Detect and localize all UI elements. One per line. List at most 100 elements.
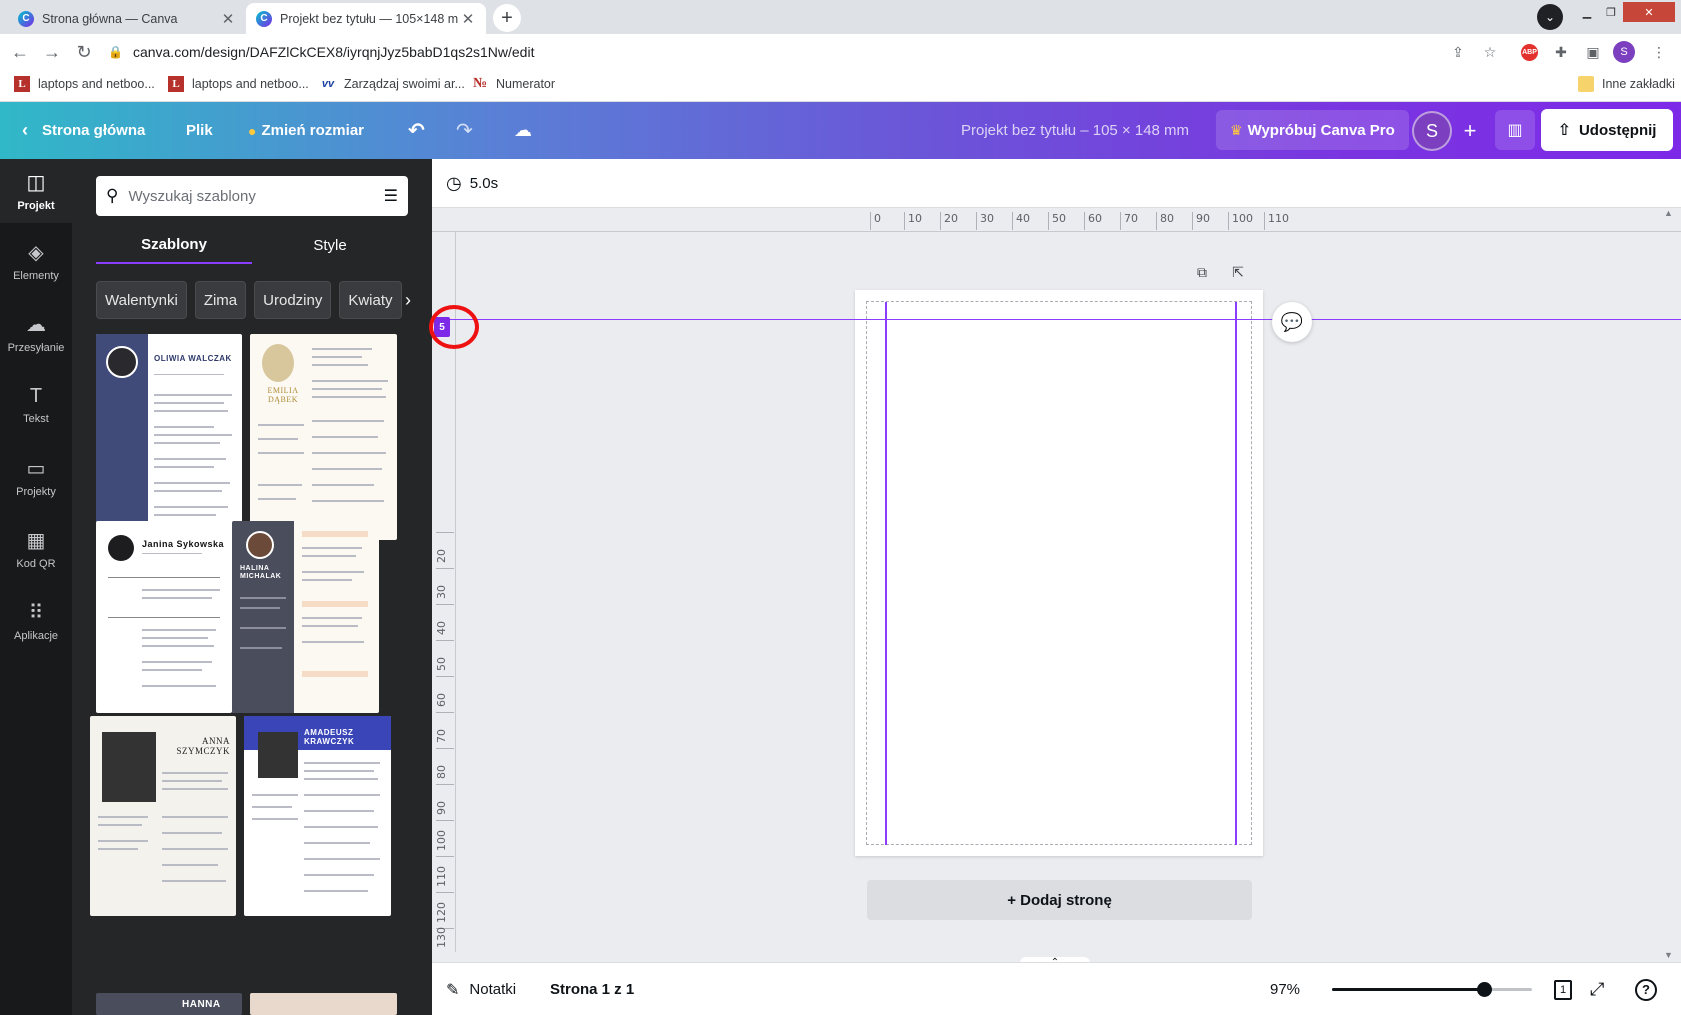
rail-item-aplikacje[interactable]: ⠿ Aplikacje xyxy=(0,589,72,653)
fullscreen-icon[interactable]: ⤢ xyxy=(1590,963,1604,1015)
template-card[interactable]: HALINA MICHALAK xyxy=(232,521,379,713)
add-page-button[interactable]: + Dodaj stronę xyxy=(867,880,1252,920)
bookmark-label: laptops and netboo... xyxy=(192,77,309,91)
close-tab-icon[interactable]: ✕ xyxy=(220,10,236,28)
resize-button[interactable]: ● Zmień rozmiar xyxy=(248,102,364,159)
window-minimize-button[interactable]: ▁ xyxy=(1575,2,1599,22)
chip-urodziny[interactable]: Urodziny xyxy=(254,281,332,319)
cloud-saved-icon[interactable]: ☁ xyxy=(514,102,532,159)
page-duration[interactable]: 5.0s xyxy=(470,175,498,192)
add-page-icon[interactable]: ⇱ xyxy=(1228,262,1248,282)
browser-tab-home[interactable]: C Strona główna — Canva ✕ xyxy=(8,3,246,34)
other-bookmarks-folder[interactable]: Inne zakładki xyxy=(1578,76,1675,92)
tab-title: Strona główna — Canva xyxy=(42,11,178,26)
add-comment-icon[interactable]: 💬 xyxy=(1272,302,1312,342)
zoom-slider-knob[interactable] xyxy=(1477,982,1492,997)
home-button[interactable]: ‹ Strona główna xyxy=(22,102,145,159)
help-button[interactable]: ? xyxy=(1635,963,1657,1015)
adblock-plus-icon[interactable]: ABP xyxy=(1521,44,1538,61)
undo-icon[interactable]: ↶ xyxy=(408,102,425,159)
ruler-tick: 130 xyxy=(435,927,448,948)
template-card[interactable]: OLIWIA WALCZAK xyxy=(96,334,242,540)
extensions-puzzle-icon[interactable]: ✚ xyxy=(1551,42,1571,62)
filter-sliders-icon[interactable]: ☰ xyxy=(384,186,398,206)
bookmark-item[interactable]: L laptops and netboo... xyxy=(168,76,309,92)
user-avatar[interactable]: S xyxy=(1412,111,1452,151)
ruler-tick: 110 xyxy=(1268,212,1289,225)
url-field[interactable]: 🔒 canva.com/design/DAFZlCkCEX8/iyrqnjJyz… xyxy=(108,38,1408,66)
folder-icon: ▭ xyxy=(26,458,46,480)
vertical-scrollbar[interactable]: ▲ ▼ xyxy=(1662,208,1676,964)
zoom-slider[interactable] xyxy=(1332,982,1532,997)
scroll-down-icon[interactable]: ▼ xyxy=(1664,950,1673,960)
template-card[interactable]: EMILIA DĄBEK xyxy=(250,334,397,540)
template-card[interactable]: AMADEUSZ KRAWCZYK xyxy=(244,716,391,916)
bookmark-item[interactable]: vv Zarządzaj swoimi ar... xyxy=(320,76,465,92)
horizontal-ruler[interactable]: 0 10 20 30 40 50 60 70 80 90 100 110 xyxy=(432,208,1681,232)
tab-search-chevron-icon[interactable]: ⌄ xyxy=(1537,4,1563,30)
chip-zima[interactable]: Zima xyxy=(194,281,247,319)
rail-item-elementy[interactable]: ◈ Elementy xyxy=(0,229,72,293)
bookmark-item[interactable]: L laptops and netboo... xyxy=(14,76,155,92)
bookmark-item[interactable]: № Numerator xyxy=(472,76,555,92)
rail-item-projekt[interactable]: ◫ Projekt xyxy=(0,159,72,223)
back-arrow-icon[interactable]: ← xyxy=(8,40,32,64)
vertical-guide-left[interactable] xyxy=(885,302,887,845)
window-maximize-button[interactable]: ❐ xyxy=(1599,2,1623,22)
editor-toolbar: ◷ 5.0s xyxy=(432,159,1681,208)
zoom-percentage[interactable]: 97% xyxy=(1270,963,1300,1015)
browser-menu-icon[interactable]: ⋮ xyxy=(1649,42,1669,62)
notes-button[interactable]: ✎ Notatki xyxy=(446,963,516,1015)
rail-item-przesylanie[interactable]: ☁ Przesyłanie xyxy=(0,301,72,365)
share-button[interactable]: ⇧ Udostępnij xyxy=(1541,109,1673,151)
ruler-tick: 50 xyxy=(435,657,448,671)
template-card[interactable] xyxy=(250,993,397,1015)
bookmark-star-icon[interactable]: ☆ xyxy=(1480,42,1500,62)
template-name: HANNA xyxy=(182,999,221,1010)
clock-icon[interactable]: ◷ xyxy=(446,173,462,194)
reload-icon[interactable]: ↻ xyxy=(72,40,96,64)
template-photo xyxy=(106,346,138,378)
template-card[interactable]: Janina Sykowska xyxy=(96,521,232,713)
close-tab-icon[interactable]: ✕ xyxy=(460,10,476,28)
chevron-right-icon[interactable]: › xyxy=(394,281,422,319)
chip-kwiaty[interactable]: Kwiaty xyxy=(339,281,402,319)
browser-profile-avatar[interactable]: S xyxy=(1613,41,1635,63)
new-tab-button[interactable]: + xyxy=(493,4,521,32)
ruler-tick: 80 xyxy=(435,765,448,779)
page-grid-button[interactable]: 1 xyxy=(1554,963,1572,1015)
tab-szablony[interactable]: Szablony xyxy=(96,226,252,264)
ruler-tick: 50 xyxy=(1052,212,1066,225)
template-search-input[interactable] xyxy=(128,187,384,205)
bookmark-favicon-icon: L xyxy=(168,76,184,92)
forward-arrow-icon[interactable]: → xyxy=(40,40,64,64)
invite-plus-icon[interactable]: + xyxy=(1452,111,1488,151)
design-title[interactable]: Projekt bez tytułu – 105 × 148 mm xyxy=(961,102,1189,159)
notes-label: Notatki xyxy=(469,981,517,998)
browser-tab-project[interactable]: C Projekt bez tytułu — 105×148 m ✕ xyxy=(246,3,486,34)
tab-style[interactable]: Style xyxy=(252,226,408,264)
try-canva-pro-button[interactable]: ♛ Wypróbuj Canva Pro xyxy=(1216,110,1409,150)
rail-item-projekty[interactable]: ▭ Projekty xyxy=(0,445,72,509)
template-photo xyxy=(262,344,294,382)
rail-item-kod-qr[interactable]: ▦ Kod QR xyxy=(0,517,72,581)
help-icon: ? xyxy=(1635,978,1657,1001)
vertical-guide-right[interactable] xyxy=(1235,302,1237,845)
text-icon: T xyxy=(29,385,43,407)
rail-item-tekst[interactable]: T Tekst xyxy=(0,373,72,437)
template-card[interactable]: HANNA xyxy=(96,993,242,1015)
window-close-button[interactable]: ✕ xyxy=(1623,2,1675,22)
file-menu-button[interactable]: Plik xyxy=(186,102,213,159)
scroll-up-icon[interactable]: ▲ xyxy=(1664,208,1673,218)
template-card[interactable]: ANNA SZYMCZYK xyxy=(90,716,236,916)
page-indicator[interactable]: Strona 1 z 1 xyxy=(550,963,634,1015)
side-panel-icon[interactable]: ▣ xyxy=(1583,42,1603,62)
chip-walentynki[interactable]: Walentynki xyxy=(96,281,187,319)
layout-icon: ◫ xyxy=(26,172,46,194)
horizontal-guide[interactable] xyxy=(446,319,1681,320)
bleed-margin xyxy=(866,301,1252,845)
insights-chart-icon[interactable]: ▥ xyxy=(1495,110,1535,150)
duplicate-page-icon[interactable]: ⧉ xyxy=(1192,262,1212,282)
template-search-box[interactable]: ⚲ ☰ xyxy=(96,176,408,216)
share-page-icon[interactable]: ⇪ xyxy=(1448,42,1468,62)
